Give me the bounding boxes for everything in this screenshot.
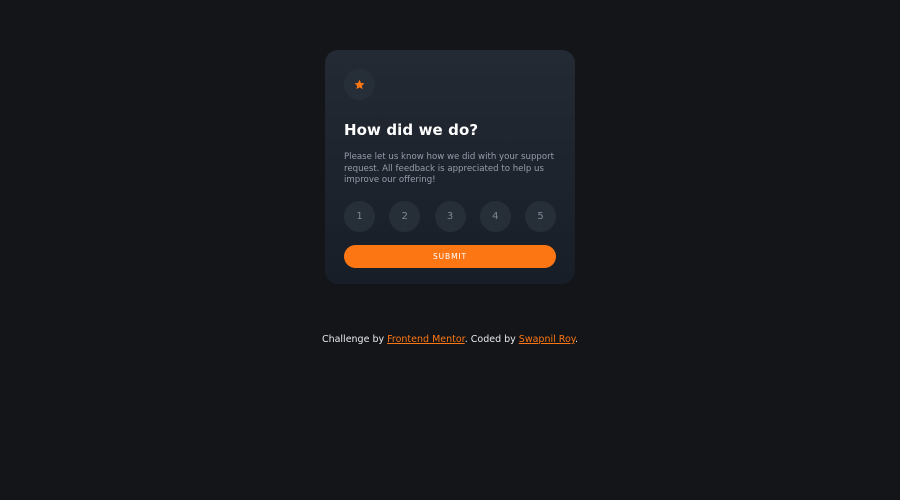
star-badge [344,69,375,100]
footer-prefix: Challenge by [321,334,388,345]
rating-option-5[interactable]: 5 [525,200,556,232]
submit-button[interactable]: SUBMIT [344,244,556,268]
rating-option-1[interactable]: 1 [344,200,375,232]
card-title: How did we do? [344,121,479,139]
rating-options: 1 2 3 4 5 [344,200,556,232]
frontend-mentor-link[interactable]: Frontend Mentor [387,334,465,345]
rating-option-3[interactable]: 3 [434,200,466,232]
footer-suffix: . [575,334,579,345]
rating-card: How did we do? Please let us know how we… [325,50,575,284]
rating-option-2[interactable]: 2 [389,200,421,232]
attribution-footer: Challenge by Frontend Mentor. Coded by S… [0,333,900,347]
author-link[interactable]: Swapnil Roy [519,334,575,345]
rating-option-4[interactable]: 4 [479,200,511,232]
card-description: Please let us know how we did with your … [344,152,555,186]
star-icon [354,79,365,90]
page: How did we do? Please let us know how we… [0,0,900,500]
footer-middle: . Coded by [464,334,519,345]
